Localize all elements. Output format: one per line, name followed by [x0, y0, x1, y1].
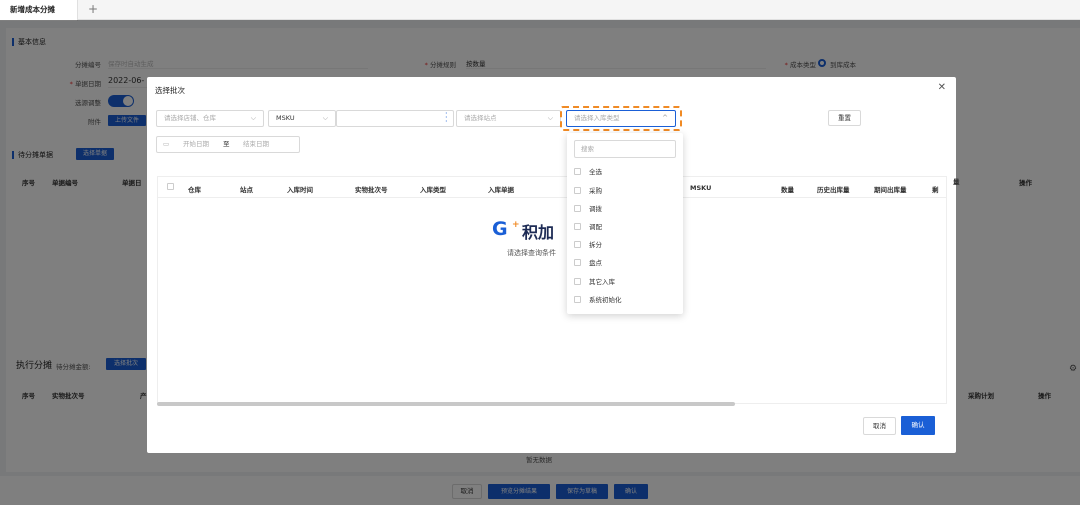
brand-logo-plus: +: [512, 220, 520, 230]
date-range-picker[interactable]: ▭ 开始日期 至 结束日期: [156, 136, 300, 153]
option-allocate[interactable]: 调配: [574, 219, 676, 235]
checkbox[interactable]: [574, 240, 581, 248]
checkbox[interactable]: [574, 204, 581, 212]
horizontal-scrollbar[interactable]: [157, 402, 735, 406]
empty-hint: 请选择查询条件: [507, 249, 556, 257]
col-quantity: 数量: [781, 186, 794, 194]
checkbox[interactable]: [574, 186, 581, 194]
highlight-ring: [560, 106, 682, 131]
modal-confirm-button[interactable]: 确认: [901, 416, 935, 435]
store-warehouse-select[interactable]: 请选择店铺、仓库 ⌵: [156, 110, 264, 127]
col-remaining-suffix: 量: [953, 178, 960, 186]
option-transfer[interactable]: 调拨: [574, 201, 676, 217]
checkbox[interactable]: [574, 295, 581, 303]
checkbox[interactable]: [574, 167, 581, 175]
dropdown-search-input[interactable]: 搜索: [574, 140, 676, 158]
col-inbound-time: 入库时间: [287, 186, 313, 194]
col-inbound-type: 入库类型: [420, 186, 446, 194]
end-date-input[interactable]: 结束日期: [243, 137, 269, 152]
col-msku: MSKU: [690, 184, 712, 192]
col-batch-no: 实物批次号: [355, 186, 388, 194]
calendar-icon: ▭: [163, 140, 170, 148]
chevron-down-icon: ⌵: [322, 114, 328, 122]
col-remaining: 剩: [932, 186, 939, 194]
option-system-init[interactable]: 系统初始化: [574, 292, 676, 308]
checkbox[interactable]: [574, 258, 581, 266]
col-history-out: 历史出库量: [817, 186, 850, 194]
inbound-type-dropdown: 搜索 全选 采购 调拨 调配 拆分 盘点 其它入库 系统初始化: [567, 133, 683, 314]
tab-new-cost-allocation[interactable]: 新增成本分摊: [0, 0, 78, 21]
option-select-all[interactable]: 全选: [574, 164, 676, 180]
col-site: 站点: [240, 186, 253, 194]
col-inbound-doc: 入库单据: [488, 186, 514, 194]
site-select[interactable]: 请选择站点 ⌵: [456, 110, 561, 127]
option-purchase[interactable]: 采购: [574, 183, 676, 199]
modal-title: 选择批次: [155, 86, 185, 95]
tab-bar: 新增成本分摊 +: [0, 0, 1080, 21]
option-other-inbound[interactable]: 其它入库: [574, 274, 676, 290]
msku-select[interactable]: MSKU ⌵: [268, 110, 336, 127]
chevron-down-icon: ⌵: [250, 114, 256, 122]
checkbox[interactable]: [574, 222, 581, 230]
more-options-icon[interactable]: · · ·: [445, 110, 449, 126]
date-separator: 至: [223, 140, 230, 148]
modal-cancel-button[interactable]: 取消: [863, 417, 896, 435]
brand-logo-icon: G: [492, 218, 508, 240]
col-warehouse: 仓库: [188, 186, 201, 194]
add-tab-icon[interactable]: +: [86, 3, 100, 17]
reset-button[interactable]: 重置: [828, 110, 861, 126]
chevron-down-icon: ⌵: [547, 114, 553, 122]
select-all-checkbox[interactable]: [167, 183, 174, 190]
close-icon[interactable]: ✕: [938, 82, 946, 93]
col-period-out: 期间出库量: [874, 186, 907, 194]
brand-logo-text: 积加: [522, 223, 555, 242]
start-date-input[interactable]: 开始日期: [183, 137, 209, 152]
msku-input[interactable]: [336, 110, 454, 127]
checkbox[interactable]: [574, 277, 581, 285]
option-split[interactable]: 拆分: [574, 237, 676, 253]
option-stocktake[interactable]: 盘点: [574, 255, 676, 271]
batch-grid: [157, 176, 947, 404]
